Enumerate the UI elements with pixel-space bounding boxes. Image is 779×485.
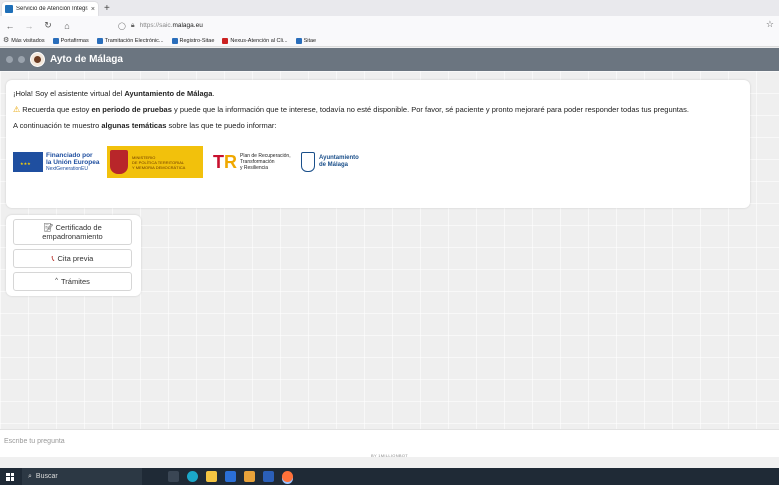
topic-options: 📝︎ Certificado de empadronamiento 📞︎ Cit… [6, 215, 141, 296]
edge-icon[interactable] [187, 471, 198, 482]
ayuntamiento-logo: Ayuntamiento de Málaga [301, 152, 359, 172]
chevron-up-icon: ^ [55, 278, 58, 284]
back-icon[interactable]: ← [5, 21, 15, 31]
chat-input-area: BY 1MILLIONBOT [0, 429, 779, 458]
taskbar-search[interactable]: ⌕ Buscar [22, 468, 142, 485]
windows-icon [6, 472, 14, 481]
browser-tab[interactable]: Servicio de Atención Integral a × [2, 2, 98, 16]
search-icon: ⌕ [28, 472, 32, 480]
nexus-icon [222, 37, 229, 44]
spain-shield-icon [110, 150, 128, 174]
task-view-icon[interactable] [168, 471, 179, 482]
phone-icon: 📞︎ [51, 254, 55, 263]
warning-line: ⚠ Recuerda que estoy en periodo de prueb… [13, 105, 689, 114]
tramites-button[interactable]: ^ Trámites [13, 272, 132, 291]
gear-icon: ⚙ [3, 37, 10, 44]
bookmark-sitae[interactable]: Sitae [295, 37, 316, 44]
word-icon[interactable] [263, 471, 274, 482]
ministry-logo: MINISTERIO DE POLÍTICA TERRITORIAL Y MEM… [107, 146, 203, 178]
bookmark-portafirmas[interactable]: Portafirmas [52, 37, 89, 44]
avatar [30, 52, 45, 67]
eu-logo: Financiado por la Unión Europea NextGene… [13, 152, 101, 173]
welcome-message: ¡Hola! Soy el asistente virtual del Ayun… [6, 80, 750, 208]
outlook-icon[interactable] [244, 471, 255, 482]
reload-icon[interactable]: ↻ [43, 20, 53, 31]
chat-header: Ayto de Málaga [0, 48, 779, 71]
browser-nav-bar: ← → ↻ ⌂ ◯ 🔒︎ https://saic.malaga.eu ☆ [0, 16, 779, 35]
ministry-logo-line: Y MEMORIA DEMOCRÁTICA [132, 164, 186, 170]
eu-logo-line: NextGenerationEU [46, 165, 88, 172]
ayto-logo-line: Ayuntamiento [319, 155, 359, 161]
ayto-logo-line: de Málaga [319, 162, 349, 168]
windows-taskbar: ⌕ Buscar [0, 468, 779, 485]
url-bar[interactable]: ◯ 🔒︎ https://saic.malaga.eu [118, 19, 758, 32]
page-icon [96, 37, 103, 44]
funding-logos: Financiado por la Unión Europea NextGene… [13, 146, 743, 178]
bookmark-nexus[interactable]: Nexus-Atención al Cli... [222, 37, 288, 44]
bookmarks-bar: ⚙ Más visitados Portafirmas Tramitación E… [0, 35, 779, 47]
home-icon[interactable]: ⌂ [62, 21, 72, 31]
greeting-line: ¡Hola! Soy el asistente virtual del Ayun… [13, 89, 215, 98]
taskbar-search-label: Buscar [35, 473, 58, 480]
question-input[interactable] [0, 430, 770, 452]
eu-logo-line: Financiado por [46, 151, 93, 159]
prtr-mark-icon: TR [213, 152, 237, 172]
firefox-icon[interactable] [282, 471, 293, 482]
app-icon[interactable] [225, 471, 236, 482]
eu-logo-line: la Unión Europea [46, 158, 100, 166]
start-button[interactable] [0, 468, 20, 485]
bookmark-tramitacion[interactable]: Tramitación Electrónic... [96, 37, 164, 44]
page-icon [295, 37, 302, 44]
close-chat-icon[interactable] [6, 56, 13, 63]
ministry-logo-line: DE POLÍTICA TERRITORIAL [132, 159, 185, 165]
certificado-button[interactable]: 📝︎ Certificado de empadronamiento [13, 219, 132, 245]
prtr-logo-line: y Resiliencia [240, 165, 269, 171]
browser-tab-strip: Servicio de Atención Integral a × + [0, 0, 779, 16]
cita-previa-button[interactable]: 📞︎ Cita previa [13, 249, 132, 268]
shield-icon: ◯ [118, 22, 126, 30]
taskbar-apps [168, 471, 293, 482]
prtr-logo: TR Plan de Recuperación, Transformación … [213, 153, 295, 171]
favicon-icon [5, 5, 13, 13]
topics-line: A continuación te muestro algunas temáti… [13, 121, 277, 130]
page-icon [171, 37, 178, 44]
powered-by: BY 1MILLIONBOT [370, 453, 409, 458]
malaga-shield-icon [301, 152, 315, 172]
minimize-chat-icon[interactable] [18, 56, 25, 63]
chat-title: Ayto de Málaga [50, 54, 123, 65]
option-label: Cita previa [57, 254, 94, 263]
bookmark-most-visited[interactable]: ⚙ Más visitados [3, 37, 45, 44]
close-tab-icon[interactable]: × [91, 6, 95, 13]
page-icon [52, 37, 59, 44]
bookmark-star-icon[interactable]: ☆ [766, 19, 774, 30]
bookmark-registro-sitae[interactable]: Registro-Sitae [171, 37, 214, 44]
option-label: Trámites [60, 277, 90, 286]
lock-icon: 🔒︎ [130, 21, 135, 29]
eu-flag-icon [13, 152, 43, 172]
new-tab-button[interactable]: + [104, 3, 110, 14]
certificate-icon: 📝︎ [43, 223, 54, 232]
url-text: https://saic.malaga.eu [139, 22, 203, 29]
chat-area: ¡Hola! Soy el asistente virtual del Ayun… [0, 71, 779, 429]
file-explorer-icon[interactable] [206, 471, 217, 482]
tab-title: Servicio de Atención Integral a [16, 6, 88, 12]
forward-icon[interactable]: → [24, 21, 34, 31]
